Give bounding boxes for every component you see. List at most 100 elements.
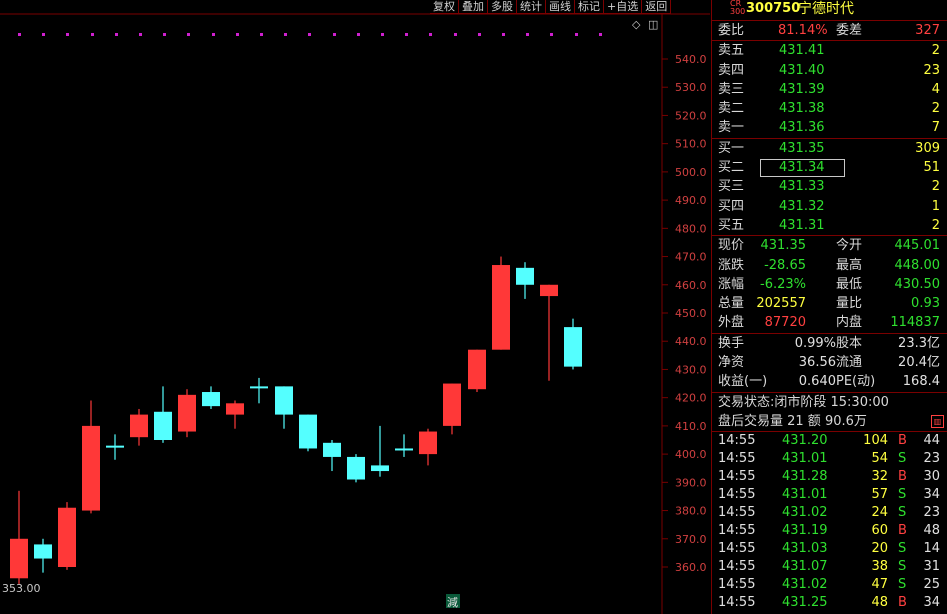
stat-value: -6.23% [760,276,806,292]
diamond-icon[interactable]: ◇ [632,18,641,31]
reference-dot [381,33,384,36]
candle-body [468,349,486,390]
tick-volume: 57 [871,487,888,503]
candle-body [540,284,558,297]
reference-dot [163,33,166,36]
reference-dot [333,33,336,36]
stat-row: 涨幅 -6.23% 最低 430.50 [712,275,947,294]
sell-label: 卖一 [718,120,745,136]
tick-side: S [898,451,907,467]
toolbar-stats-button[interactable]: 统计 [517,0,546,14]
sell-label: 卖五 [718,43,745,59]
tick-side: B [898,523,907,539]
stat-value: 430.50 [894,276,941,292]
chart-toggle-icon[interactable]: ▥ [931,414,944,428]
tick-price: 431.25 [782,595,828,611]
sell-row[interactable]: 卖四 431.40 23 [712,61,947,80]
buy-price-selected[interactable]: 431.34 [760,159,845,178]
tick-side: B [898,469,907,485]
buy-row[interactable]: 买三 431.33 2 [712,177,947,196]
tick-row: 14:55 431.02 47 S 25 [712,576,947,594]
buy-price: 431.35 [779,140,825,156]
weibi-label: 委比 [718,23,745,38]
buy-row[interactable]: 买四 431.32 1 [712,197,947,216]
sell-label: 卖三 [718,81,745,97]
chart-toolbar: 复权 叠加 多股 统计 画线 标记 +自选 返回 [430,0,672,14]
toolbar-overlay-button[interactable]: 叠加 [459,0,488,14]
fund-label: 净资 [718,355,745,371]
candlestick-chart[interactable]: 540.0 530.0 520.0 510.0 500.0 490.0 480.0 470.0… [0,0,710,614]
stat-value: 0.93 [911,296,940,312]
buy-row[interactable]: 买一 431.35 309 [712,139,947,158]
panel-icon[interactable]: ◫ [648,18,658,31]
toolbar-multi-stock-button[interactable]: 多股 [488,0,517,14]
stat-label: 外盘 [718,315,745,331]
trading-status: 交易状态:闭市阶段 15:30:00 盘后交易量 21 额 90.6万 ▥ [712,393,947,433]
sell-row[interactable]: 卖五 431.41 2 [712,41,947,60]
buy-orders: 买一 431.35 309 买二 431.34 51 买三 431.33 2 买四 431.3… [712,139,947,237]
y-tick-label: 490.0 [675,194,707,207]
buy-row[interactable]: 买五 431.31 2 [712,216,947,235]
weicha-label: 委差 [836,23,863,38]
fund-value: 0.99% [794,335,836,351]
toolbar-fuquan-button[interactable]: 复权 [430,0,459,14]
stat-label: 今开 [836,238,863,254]
tick-price: 431.07 [782,559,828,575]
sell-price: 431.39 [779,81,825,97]
buy-label: 买四 [718,198,745,214]
buy-row[interactable]: 买二 431.34 51 [712,158,947,178]
tick-side: B [898,595,907,611]
candle-body [275,386,293,415]
y-tick-label: 480.0 [675,222,707,235]
reference-dot [526,33,529,36]
reference-dot [454,33,457,36]
candle-body [395,448,413,451]
reference-dot [308,33,311,36]
sell-price: 431.36 [779,120,825,136]
toolbar-back-button[interactable]: 返回 [642,0,672,14]
candle-body [299,414,317,449]
toolbar-add-watch-button[interactable]: +自选 [604,0,643,14]
cr-badge-bottom: 300 [730,7,746,16]
sell-row[interactable]: 卖三 431.39 4 [712,80,947,99]
tick-list[interactable]: 14:55 431.20 104 B 44 14:55 431.01 54 S 23 14:55… [712,432,947,612]
y-tick-label: 440.0 [675,335,707,348]
reference-dot [478,33,481,36]
fund-label: PE(动) [836,374,876,390]
fund-label: 收益(一) [718,374,768,390]
candle-body [154,411,172,440]
tick-volume: 38 [871,559,888,575]
toolbar-mark-button[interactable]: 标记 [575,0,604,14]
tick-price: 431.28 [782,469,828,485]
weibi-row: 委比 81.14% 委差 327 [712,21,947,40]
tick-row: 14:55 431.07 38 S 31 [712,558,947,576]
sell-row[interactable]: 卖二 431.38 2 [712,99,947,118]
toolbar-draw-button[interactable]: 画线 [546,0,575,14]
sell-volume: 2 [931,43,940,59]
tick-count: 31 [923,559,940,575]
buy-price: 431.31 [779,217,825,233]
tick-volume: 32 [871,469,888,485]
stat-value: 87720 [764,315,806,331]
y-tick-label: 370.0 [675,533,707,546]
reference-dot [284,33,287,36]
sell-row[interactable]: 卖一 431.36 7 [712,118,947,137]
sell-volume: 7 [931,120,940,136]
tick-side: S [898,487,907,503]
fund-value: 0.640 [798,374,836,390]
candle [492,256,510,350]
fundamentals: 换手 0.99% 股本 23.3亿 净资 36.56 流通 20.4亿 收益(一) 0.640… [712,334,947,393]
tick-price: 431.01 [782,487,828,503]
candle-body [371,465,389,472]
reference-dot [18,33,21,36]
buy-volume: 1 [931,198,940,214]
weibi-row-section: 委比 81.14% 委差 327 [712,21,947,42]
tick-volume: 47 [871,577,888,593]
tick-row: 14:55 431.28 32 B 30 [712,468,947,486]
tick-time: 14:55 [718,469,756,485]
candle-body [10,538,28,579]
y-tick-label: 520.0 [675,109,707,122]
tick-volume: 48 [871,595,888,611]
reference-dot [550,33,553,36]
tick-row: 14:55 431.02 24 S 23 [712,504,947,522]
